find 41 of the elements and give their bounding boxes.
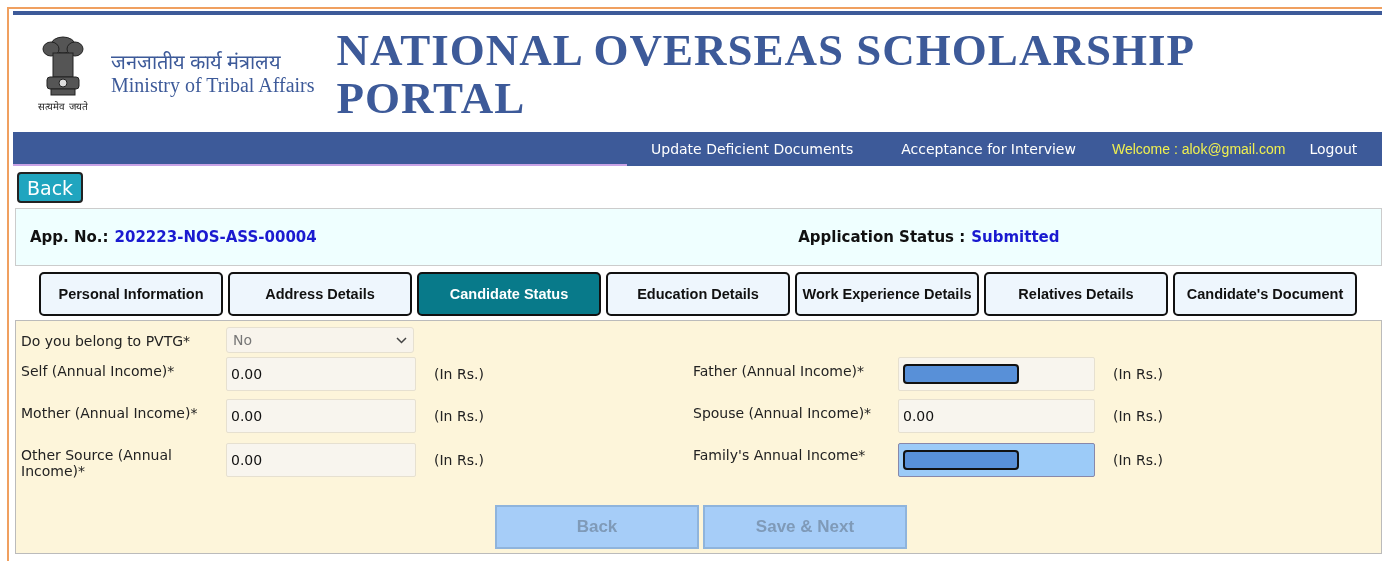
field-label: Spouse (Annual Income)* [693, 404, 873, 421]
income-field[interactable]: 0.00 [226, 399, 416, 433]
application-status: Submitted [971, 228, 1060, 246]
chevron-down-icon [396, 336, 407, 344]
income-field[interactable]: 0.00 [226, 357, 416, 391]
tab[interactable]: Relatives Details [984, 272, 1168, 316]
income-field[interactable]: 0.00 [898, 399, 1095, 433]
ministry-name-hindi: जनजातीय कार्य मंत्रालय [111, 50, 282, 74]
application-status-label: Application Status : [798, 228, 966, 246]
field-label: Family's Annual Income* [693, 446, 867, 463]
tab[interactable]: Education Details [606, 272, 790, 316]
field-label: Self (Annual Income)* [21, 362, 176, 379]
field-label: Do you belong to PVTG* [21, 332, 192, 349]
tab[interactable]: Candidate's Document [1173, 272, 1357, 316]
app-number: 202223-NOS-ASS-00004 [114, 228, 317, 246]
field-label: Other Source (Annual Income)* [21, 446, 173, 479]
tab[interactable]: Candidate Status [417, 272, 601, 316]
nav-link[interactable]: Acceptance for Interview [901, 141, 1076, 157]
unit-label: (In Rs.) [433, 408, 485, 424]
portal-title: PORTAL [336, 73, 527, 122]
unit-label: (In Rs.) [433, 366, 485, 382]
field-label: Father (Annual Income)* [693, 362, 866, 379]
unit-label: (In Rs.) [1112, 366, 1164, 382]
emblem-motto: सत्यमेव जयते [38, 99, 88, 113]
emblem-drawing [41, 34, 85, 99]
unit-label: (In Rs.) [1112, 408, 1164, 424]
logout-link[interactable]: Logout [1309, 141, 1358, 157]
income-field[interactable] [898, 443, 1095, 477]
tab[interactable]: Personal Information [39, 272, 223, 316]
welcome-text: Welcome : alok@gmail.com [1111, 141, 1286, 157]
tab[interactable]: Address Details [228, 272, 412, 316]
income-field[interactable]: 0.00 [226, 443, 416, 477]
unit-label: (In Rs.) [1112, 452, 1164, 468]
app-number-label: App. No.: [30, 228, 109, 246]
ministry-name: Ministry of Tribal Affairs [111, 73, 315, 97]
tab[interactable]: Work Experience Details [795, 272, 979, 316]
field-label: Mother (Annual Income)* [21, 404, 199, 421]
nav-link[interactable]: Update Deficient Documents [651, 141, 854, 157]
pvtg-dropdown[interactable]: No [226, 327, 414, 353]
portal-title: NATIONAL OVERSEAS SCHOLARSHIP [336, 25, 1195, 74]
unit-label: (In Rs.) [433, 452, 485, 468]
